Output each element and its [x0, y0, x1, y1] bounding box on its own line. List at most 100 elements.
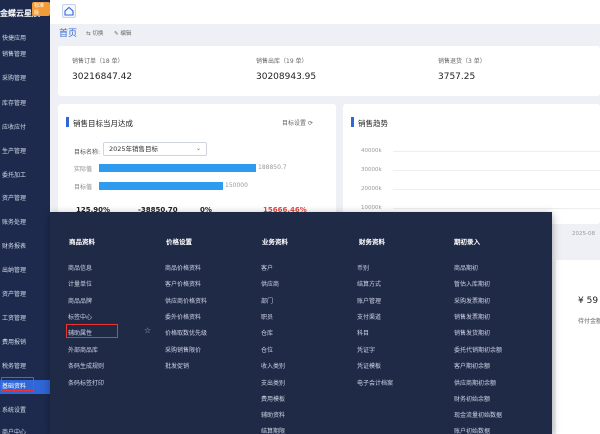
gridline	[393, 151, 600, 152]
card-title: 销售目标当月达成	[73, 119, 133, 128]
menu-item[interactable]: 客户期初余额	[454, 361, 490, 370]
menu-item[interactable]: 销售发票期初	[454, 312, 490, 321]
menu-item[interactable]: 委托代销期初余额	[454, 345, 502, 354]
menu-item[interactable]: 凭证字	[357, 345, 375, 354]
stat-value: 30208943.95	[256, 72, 317, 82]
menu-item[interactable]: 商品期初	[454, 263, 478, 272]
sidebar-item-production[interactable]: 生产管理	[0, 145, 50, 159]
sidebar-item-merchant[interactable]: 商户中心	[0, 426, 50, 434]
menu-item[interactable]: 科目	[357, 328, 369, 337]
menu-item[interactable]: 仓库	[261, 328, 273, 337]
sidebar-item-purchase[interactable]: 采购管理	[0, 72, 50, 86]
menu-item[interactable]: 币别	[357, 263, 369, 272]
sidebar-item-ar-ap[interactable]: 应收应付	[0, 121, 50, 135]
menu-item[interactable]: 部门	[261, 296, 273, 305]
menu-item[interactable]: 职员	[261, 312, 273, 321]
sidebar-item-settings[interactable]: 系统设置	[0, 404, 50, 418]
menu-col-head-finance: 财务资料	[359, 238, 385, 246]
menu-item[interactable]: 客户	[261, 263, 273, 272]
menu-item[interactable]: 采购发票期初	[454, 296, 490, 305]
star-icon[interactable]: ☆	[144, 326, 151, 335]
menu-item[interactable]: 批发促销	[165, 361, 189, 370]
menu-item[interactable]: 电子会计档案	[357, 378, 393, 387]
menu-item[interactable]: 标签中心	[68, 312, 92, 321]
switch-link[interactable]: ⇆ 切换	[86, 29, 103, 37]
stat-sales-orders[interactable]: 销售订单（18 单） 30216847.42	[72, 56, 132, 82]
sidebar-item-accounting[interactable]: 账务处理	[0, 216, 50, 230]
goal-label: 目标值	[74, 184, 93, 191]
goal-bar	[99, 182, 223, 190]
menu-item[interactable]: 商品品牌	[68, 296, 92, 305]
menu-item[interactable]: 商品信息	[68, 263, 92, 272]
menu-item[interactable]: 供应商期初余额	[454, 378, 496, 387]
menu-item[interactable]: 费用模板	[261, 394, 285, 403]
menu-item[interactable]: 现金流量初始数据	[454, 410, 502, 419]
menu-item[interactable]: 结算期限	[261, 426, 285, 434]
target-select[interactable]: 2025年销售目标 ⌄	[103, 142, 207, 156]
app-root: 金蝶云星辰 标准版 快捷应用 销售管理 采购管理 库存管理 应收应付 生产管理 …	[0, 0, 600, 434]
menu-col-head-products: 商品资料	[69, 238, 95, 246]
brand-logo: 金蝶云星辰 标准版	[0, 2, 50, 24]
top-bar	[50, 0, 600, 24]
menu-item[interactable]: 计量单位	[68, 279, 92, 288]
stat-label: 销售退货（3 单）	[438, 58, 486, 65]
menu-item[interactable]: 商品价格资料	[165, 263, 201, 272]
menu-item[interactable]: 账户管理	[357, 296, 381, 305]
stat-sales-returns[interactable]: 销售退货（3 单） 3757.25	[438, 56, 486, 82]
menu-item[interactable]: 支出类别	[261, 378, 285, 387]
menu-item[interactable]: 辅助资料	[261, 410, 285, 419]
refresh-icon[interactable]: ⟳	[308, 120, 313, 127]
menu-item[interactable]: 供应商价格资料	[165, 296, 207, 305]
highlight-box-menu	[66, 324, 118, 338]
actual-value: 188850.7	[258, 164, 287, 171]
highlight-box-sidebar	[1, 377, 34, 391]
sidebar-item-expense[interactable]: 费用报销	[0, 336, 50, 350]
edit-link[interactable]: ✎ 编辑	[114, 29, 131, 37]
stat-value: 3757.25	[438, 72, 476, 82]
menu-item[interactable]: 账户初始数据	[454, 426, 490, 434]
sidebar: 金蝶云星辰 标准版 快捷应用 销售管理 采购管理 库存管理 应收应付 生产管理 …	[0, 0, 50, 434]
sidebar-item-outsourcing[interactable]: 委托加工	[0, 169, 50, 183]
menu-item[interactable]: 供应商	[261, 279, 279, 288]
sidebar-item-inventory[interactable]: 库存管理	[0, 97, 50, 111]
target-settings-link[interactable]: 目标设置 ⟳	[282, 118, 313, 127]
menu-item[interactable]: 价格取数优先级	[165, 328, 207, 337]
stat-label: 销售订单（18 单）	[72, 58, 124, 65]
home-tab[interactable]	[62, 4, 76, 18]
sidebar-item-assets[interactable]: 资产管理	[0, 192, 50, 206]
menu-item[interactable]: 财务初始余额	[454, 394, 490, 403]
stats-card: 销售订单（18 单） 30216847.42 销售出库（19 单） 302089…	[58, 46, 600, 96]
sidebar-item-cashier[interactable]: 出纳管理	[0, 264, 50, 278]
sidebar-item-payroll[interactable]: 工资管理	[0, 312, 50, 326]
stat-sales-outbound[interactable]: 销售出库（19 单） 30208943.95	[256, 56, 316, 82]
y-tick: 30000k	[361, 167, 382, 173]
menu-item[interactable]: 委外价格资料	[165, 312, 201, 321]
y-tick: 10000k	[361, 205, 382, 211]
chevron-down-icon: ⌄	[195, 145, 201, 152]
menu-item[interactable]: 暂估入库期初	[454, 279, 490, 288]
sales-target-card: 销售目标当月达成 目标设置 ⟳ 目标名称: 2025年销售目标 ⌄ 实际值 188…	[58, 104, 336, 224]
menu-item[interactable]: 仓位	[261, 345, 273, 354]
gridline	[393, 189, 600, 190]
menu-item[interactable]: 支付渠道	[357, 312, 381, 321]
y-tick: 40000k	[361, 148, 382, 154]
sidebar-item-reports[interactable]: 财务报表	[0, 240, 50, 254]
menu-item[interactable]: 收入类别	[261, 361, 285, 370]
menu-item[interactable]: 采购销售限价	[165, 345, 201, 354]
page-header: 首页 ⇆ 切换 ✎ 编辑	[50, 24, 600, 40]
sidebar-item-asset-mgmt[interactable]: 资产管理	[0, 288, 50, 302]
menu-item[interactable]: 条码标签打印	[68, 378, 104, 387]
sidebar-item-quick-apps[interactable]: 快捷应用	[0, 32, 50, 46]
menu-item[interactable]: 销售发货期初	[454, 328, 490, 337]
menu-item[interactable]: 客户价格资料	[165, 279, 201, 288]
menu-item[interactable]: 外部商品库	[68, 345, 98, 354]
menu-item[interactable]: 结算方式	[357, 279, 381, 288]
menu-item[interactable]: 凭证模板	[357, 361, 381, 370]
sidebar-item-tax[interactable]: 税务管理	[0, 360, 50, 374]
menu-item[interactable]: 条码生成规则	[68, 361, 104, 370]
card-title: 销售趋势	[358, 119, 388, 128]
sidebar-item-sales[interactable]: 销售管理	[0, 48, 50, 62]
switch-label: 切换	[92, 31, 104, 37]
actual-bar	[99, 164, 256, 172]
actual-label: 实际值	[74, 166, 93, 173]
